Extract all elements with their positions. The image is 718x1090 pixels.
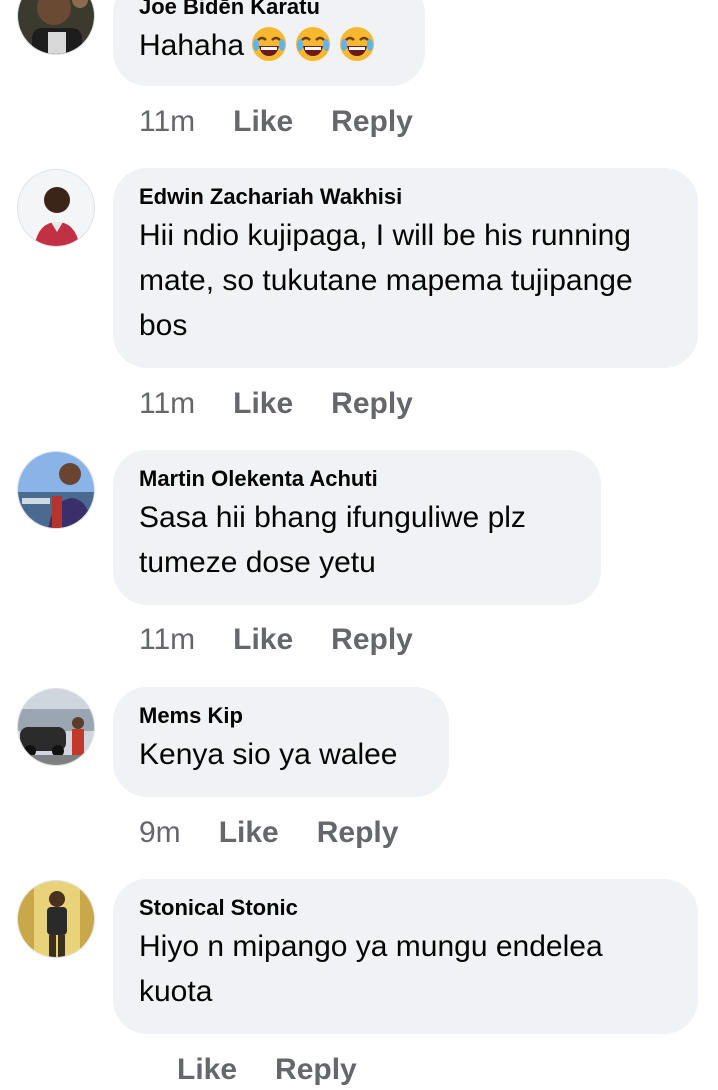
comment-bubble: Martin Olekenta Achuti Sasa hii bhang if… (113, 450, 601, 605)
avatar[interactable] (17, 169, 95, 247)
comment-author[interactable]: Stonical Stonic (139, 895, 672, 921)
comment-author[interactable]: Edwin Zachariah Wakhisi (139, 184, 672, 210)
comment-bubble: Stonical Stonic Hiyo n mipango ya mungu … (113, 879, 698, 1034)
reply-button[interactable]: Reply (275, 1053, 357, 1087)
comment-text: Sasa hii bhang ifunguliwe plz tumeze dos… (139, 501, 526, 579)
avatar[interactable] (17, 880, 95, 958)
comment-text-body: Hahaha (139, 29, 245, 62)
like-button[interactable]: Like (233, 623, 293, 657)
comment-text: Hahaha (139, 23, 399, 68)
comment-meta: 9m Like Reply (139, 813, 436, 853)
comment-text: Kenya sio ya walee (139, 738, 398, 771)
comment-meta: 11m Like Reply (139, 102, 451, 142)
like-button[interactable]: Like (233, 105, 293, 139)
avatar[interactable] (17, 451, 95, 529)
comment-text: Hiyo n mipango ya mungu endelea kuota (139, 930, 603, 1008)
comment-timestamp: 11m (139, 105, 196, 138)
like-button[interactable]: Like (177, 1053, 237, 1087)
reply-button[interactable]: Reply (331, 387, 413, 421)
comment-bubble: Joe Bidēn Karatu Hahaha (113, 0, 425, 86)
comment-meta: Like Reply (139, 1050, 395, 1090)
comment-author[interactable]: Joe Bidēn Karatu (139, 0, 399, 20)
reply-button[interactable]: Reply (331, 623, 413, 657)
like-button[interactable]: Like (233, 387, 293, 421)
comment-bubble: Edwin Zachariah Wakhisi Hii ndio kujipag… (113, 168, 698, 368)
comment-bubble: Mems Kip Kenya sio ya walee (113, 687, 449, 797)
comment-meta: 11m Like Reply (139, 620, 451, 660)
comment-meta: 11m Like Reply (139, 384, 451, 424)
avatar[interactable] (17, 0, 95, 55)
avatar[interactable] (17, 688, 95, 766)
reply-button[interactable]: Reply (331, 105, 413, 139)
joy-emoji-icon (294, 25, 332, 63)
comment-timestamp: 11m (139, 387, 196, 420)
comment-text: Hii ndio kujipaga, I will be his running… (139, 219, 633, 342)
joy-emoji-icon (250, 25, 288, 63)
joy-emoji-icon (338, 25, 376, 63)
comment-author[interactable]: Martin Olekenta Achuti (139, 466, 575, 492)
reply-button[interactable]: Reply (317, 816, 399, 850)
like-button[interactable]: Like (219, 816, 279, 850)
comment-author[interactable]: Mems Kip (139, 703, 423, 729)
comment-timestamp: 11m (139, 623, 196, 656)
comment-timestamp: 9m (139, 816, 181, 849)
